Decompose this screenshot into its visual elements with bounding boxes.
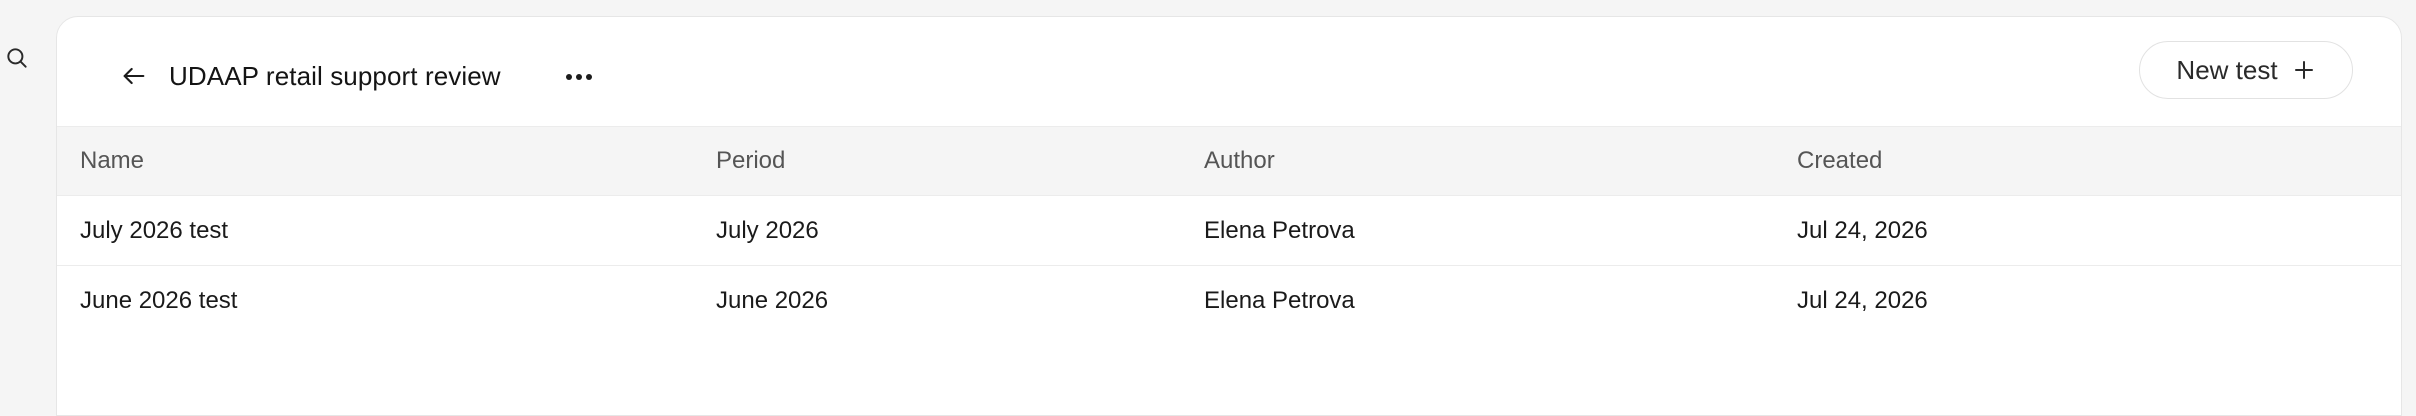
row-period: June 2026 [716,287,829,314]
search-icon [7,48,27,68]
new-test-button[interactable]: New test [2139,41,2353,99]
back-button[interactable] [107,53,161,99]
row-name[interactable]: June 2026 test [80,266,237,336]
more-options-button[interactable] [559,57,599,97]
column-header-author[interactable]: Author [1204,127,1275,195]
row-author: Elena Petrova [1204,216,1355,244]
page-title: UDAAP retail support review [169,60,501,91]
table-row[interactable]: July 2026 test July 2026 Elena Petrova J… [57,196,2401,266]
column-header-created[interactable]: Created [1797,127,1882,195]
new-test-label: New test [2176,54,2278,85]
column-header-period[interactable]: Period [716,127,785,195]
main-card: UDAAP retail support review New test Nam… [56,16,2402,416]
tests-table: Name Period Author Created July 2026 tes… [57,126,2401,336]
page-header: UDAAP retail support review New test [57,17,2401,126]
table-header-row: Name Period Author Created [57,126,2401,196]
row-author: Elena Petrova [1204,287,1355,314]
row-created: Jul 24, 2026 [1797,287,1928,314]
row-created: Jul 24, 2026 [1797,216,1928,244]
row-name[interactable]: July 2026 test [80,196,228,265]
arrow-left-icon [123,67,145,85]
left-rail [0,0,56,400]
plus-icon [2294,61,2313,79]
row-period: July 2026 [716,216,819,244]
more-horizontal-icon [566,74,592,80]
table-row[interactable]: June 2026 test June 2026 Elena Petrova J… [57,266,2401,336]
column-header-name[interactable]: Name [80,127,144,195]
search-button[interactable] [2,43,32,73]
